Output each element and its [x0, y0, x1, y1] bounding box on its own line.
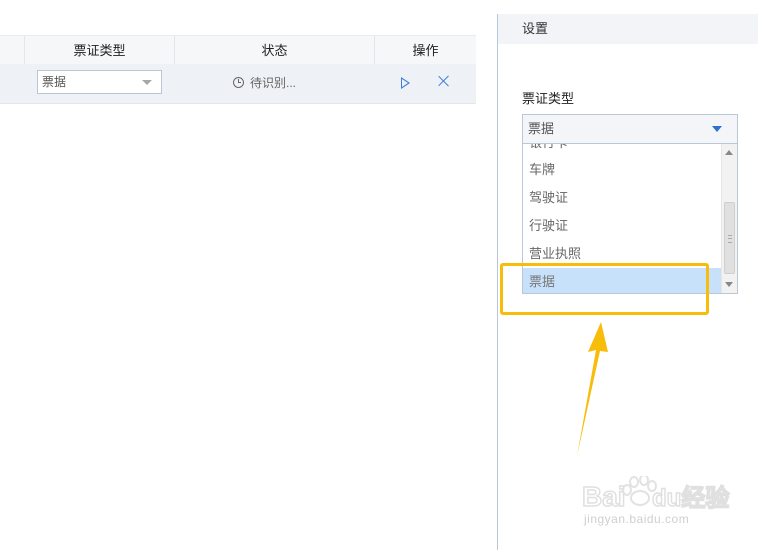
table-top-strip — [0, 0, 476, 14]
scroll-up-icon[interactable] — [725, 150, 733, 155]
settings-panel-title: 设置 — [522, 21, 549, 36]
svg-text:Bai: Bai — [582, 481, 626, 512]
column-header-actions[interactable]: 操作 — [375, 36, 476, 65]
annotation-highlight-box — [500, 263, 709, 315]
baidu-paw-icon: Bai du经验 — [581, 474, 730, 513]
grip-icon — [728, 235, 732, 243]
row-status-text: 待识别... — [250, 76, 297, 90]
scrollbar-thumb[interactable] — [724, 202, 735, 274]
clock-icon — [233, 77, 244, 88]
column-header-ticket-type[interactable]: 票证类型 — [25, 36, 174, 65]
column-header-status[interactable]: 状态 — [175, 36, 374, 65]
ticket-type-selected-value: 票据 — [528, 121, 555, 136]
dropdown-scrollbar[interactable] — [721, 144, 737, 293]
row-ticket-type-select[interactable]: 票据 — [37, 70, 162, 94]
ticket-type-select[interactable]: 票据 — [522, 114, 738, 144]
dropdown-option-vehicle-license[interactable]: 行驶证 — [523, 212, 721, 240]
svg-text:du经验: du经验 — [652, 484, 729, 512]
row-status: 待识别... — [233, 75, 296, 91]
scroll-down-icon[interactable] — [725, 282, 733, 287]
row-ticket-type-value: 票据 — [42, 75, 67, 89]
caret-down-icon — [712, 126, 722, 132]
play-icon[interactable] — [401, 77, 410, 89]
annotation-arrow — [577, 322, 608, 456]
watermark-url: jingyan.baidu.com — [584, 512, 690, 526]
ticket-type-label: 票证类型 — [522, 91, 575, 106]
settings-panel-header: 设置 — [498, 14, 758, 44]
chevron-down-icon — [142, 80, 152, 85]
table-header: 票证类型 状态 操作 — [0, 35, 476, 66]
baidu-watermark: Bai du经验 jingyan.baidu.com — [581, 474, 732, 536]
dropdown-option-driver-license[interactable]: 驾驶证 — [523, 184, 721, 212]
close-icon[interactable] — [437, 74, 451, 88]
gutter — [476, 0, 497, 550]
dropdown-option-license-plate[interactable]: 车牌 — [523, 156, 721, 184]
